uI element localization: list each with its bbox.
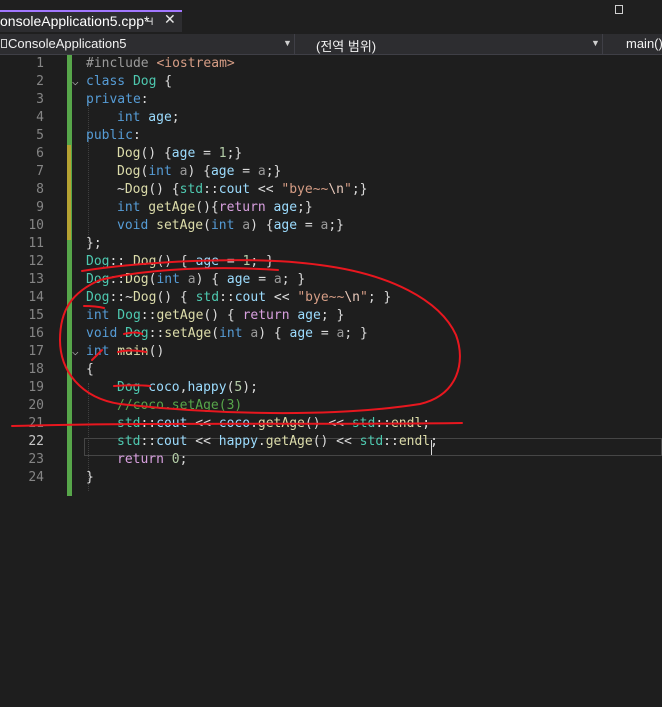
code-line: 20 //coco.setAge(3) — [0, 397, 662, 415]
scope-dropdown[interactable]: (전역 범위) ▼ — [296, 34, 603, 54]
line-number: 3 — [36, 92, 44, 107]
line-number: 24 — [28, 470, 44, 485]
code-line: 16 void Dog::setAge(int a) { age = a; } — [0, 325, 662, 343]
line-number: 22 — [28, 434, 44, 449]
document-tab-strip: onsoleApplication5.cpp* ⊣ ✕ — [0, 0, 662, 34]
code-text: Dog coco,happy(5); — [117, 380, 258, 395]
code-line: 19 Dog coco,happy(5); — [0, 379, 662, 397]
code-text: Dog:: Dog() { age = 1; } — [86, 254, 274, 269]
code-text: Dog(int a) {age = a;} — [117, 164, 282, 179]
code-line: 12 Dog:: Dog() { age = 1; } — [0, 253, 662, 271]
code-line-current: 22 std::cout << happy.getAge() << std::e… — [0, 433, 662, 451]
line-number: 4 — [36, 110, 44, 125]
line-number: 17 — [28, 344, 44, 359]
line-number: 9 — [36, 200, 44, 215]
code-text: void setAge(int a) {age = a;} — [117, 218, 345, 233]
line-number: 6 — [36, 146, 44, 161]
code-text: class Dog { — [86, 74, 173, 89]
line-number: 21 — [28, 416, 44, 431]
code-line: 1 #include <iostream> — [0, 55, 662, 73]
fold-chevron-icon[interactable]: ⌵ — [72, 343, 79, 361]
code-line: 21 std::cout << coco.getAge() << std::en… — [0, 415, 662, 433]
line-number: 11 — [28, 236, 44, 251]
line-number: 10 — [28, 218, 44, 233]
member-dropdown[interactable]: main() — [604, 34, 662, 54]
line-number: 13 — [28, 272, 44, 287]
line-number: 16 — [28, 326, 44, 341]
pin-icon[interactable]: ⊣ — [146, 14, 153, 28]
line-number: 23 — [28, 452, 44, 467]
code-line: 7 Dog(int a) {age = a;} — [0, 163, 662, 181]
line-number: 5 — [36, 128, 44, 143]
line-number: 7 — [36, 164, 44, 179]
code-line: 6 Dog() {age = 1;} — [0, 145, 662, 163]
code-line: 14 Dog::~Dog() { std::cout << "bye~~\n";… — [0, 289, 662, 307]
code-text: int Dog::getAge() { return age; } — [86, 308, 345, 323]
line-number: 14 — [28, 290, 44, 305]
line-number: 1 — [36, 56, 44, 71]
code-text: }; — [86, 236, 102, 251]
line-number: 18 — [28, 362, 44, 377]
code-line: 10 void setAge(int a) {age = a;} — [0, 217, 662, 235]
code-text: { — [86, 362, 94, 377]
tab-title: onsoleApplication5.cpp* — [0, 13, 150, 29]
close-icon[interactable]: ✕ — [164, 12, 176, 28]
method-icon — [615, 5, 623, 14]
line-number: 8 — [36, 182, 44, 197]
code-text: ~Dog() {std::cout << "bye~~\n";} — [117, 182, 368, 197]
code-text: Dog::Dog(int a) { age = a; } — [86, 272, 306, 287]
code-line: 11 }; — [0, 235, 662, 253]
code-text: } — [86, 470, 94, 485]
code-editor[interactable]: 1 #include <iostream> 2 ⌵ class Dog { 3 … — [0, 55, 662, 707]
line-number: 20 — [28, 398, 44, 413]
code-line: 5 public: — [0, 127, 662, 145]
code-line: 9 int getAge(){return age;} — [0, 199, 662, 217]
line-number: 15 — [28, 308, 44, 323]
code-line: 8 ~Dog() {std::cout << "bye~~\n";} — [0, 181, 662, 199]
code-line: 15 int Dog::getAge() { return age; } — [0, 307, 662, 325]
code-line: 24 } — [0, 469, 662, 487]
chevron-down-icon: ▼ — [283, 38, 292, 48]
code-comment: //coco.setAge(3) — [117, 398, 243, 413]
code-text: int age; — [117, 110, 180, 125]
code-line: 23 return 0; — [0, 451, 662, 469]
scope-name: (전역 범위) — [316, 39, 377, 54]
code-line: 3 private: — [0, 91, 662, 109]
project-icon — [1, 39, 7, 48]
code-text: int getAge(){return age;} — [117, 200, 313, 215]
code-text: #include <iostream> — [86, 56, 235, 71]
code-text: public: — [86, 128, 141, 143]
document-tab[interactable]: onsoleApplication5.cpp* ⊣ ✕ — [0, 10, 182, 32]
member-name: main() — [626, 36, 662, 51]
line-number: 12 — [28, 254, 44, 269]
code-line: 2 ⌵ class Dog { — [0, 73, 662, 91]
project-name: ConsoleApplication5 — [8, 36, 127, 51]
project-dropdown[interactable]: ConsoleApplication5 ▼ — [0, 34, 295, 54]
code-line: 13 Dog::Dog(int a) { age = a; } — [0, 271, 662, 289]
fold-chevron-icon[interactable]: ⌵ — [72, 73, 79, 91]
code-text: return 0; — [117, 452, 188, 467]
line-number: 2 — [36, 74, 44, 89]
code-line: 18 { — [0, 361, 662, 379]
code-text: std::cout << happy.getAge() << std::endl… — [117, 434, 438, 449]
code-text: Dog() {age = 1;} — [117, 146, 243, 161]
code-text: std::cout << coco.getAge() << std::endl; — [117, 416, 431, 431]
code-line: 4 int age; — [0, 109, 662, 127]
code-text: Dog::~Dog() { std::cout << "bye~~\n"; } — [86, 290, 392, 305]
navigation-bar: ConsoleApplication5 ▼ (전역 범위) ▼ main() — [0, 34, 662, 55]
code-text: void Dog::setAge(int a) { age = a; } — [86, 326, 368, 341]
chevron-down-icon: ▼ — [591, 38, 600, 48]
line-number: 19 — [28, 380, 44, 395]
code-line: 17 ⌵ int main() — [0, 343, 662, 361]
code-text: int main() — [86, 344, 165, 359]
code-text: private: — [86, 92, 149, 107]
